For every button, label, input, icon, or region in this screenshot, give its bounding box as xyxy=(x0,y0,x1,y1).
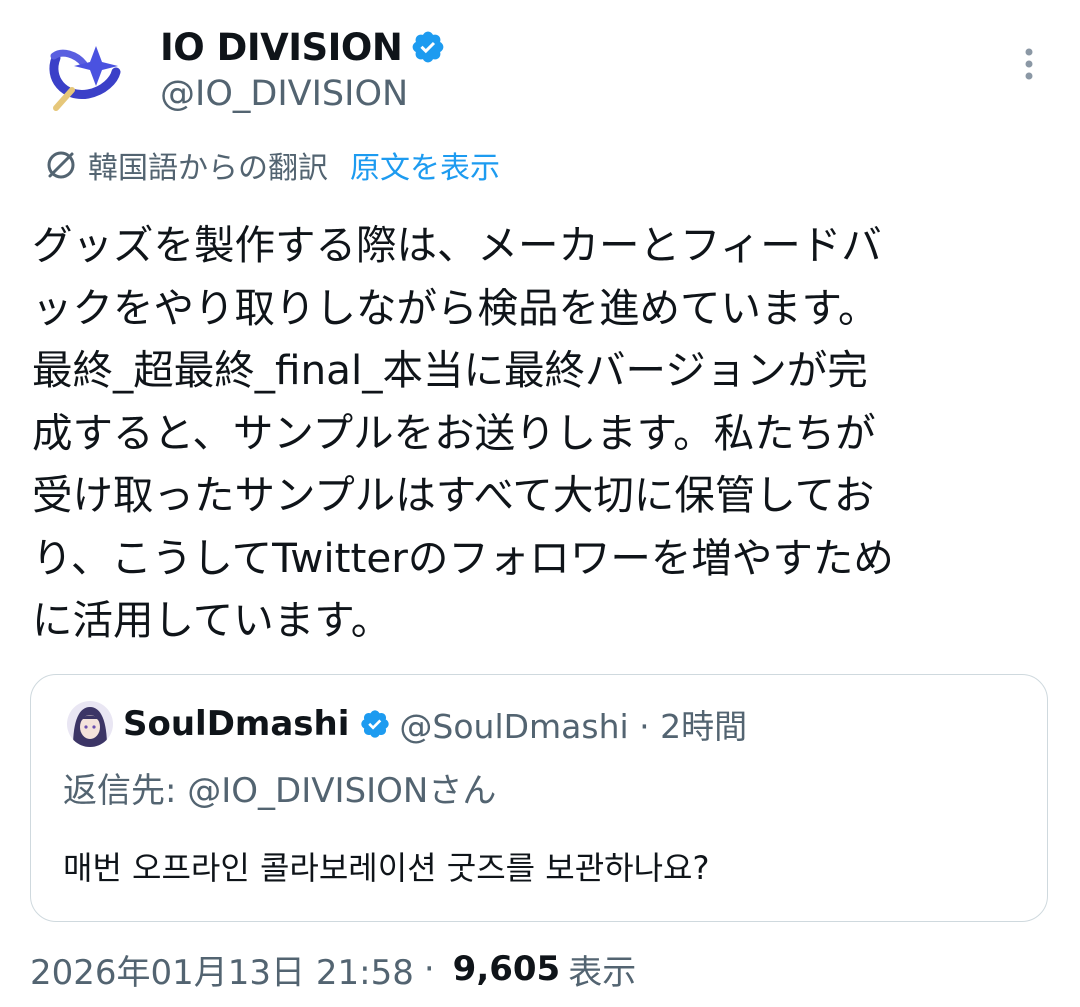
quoted-author-avatar[interactable] xyxy=(67,701,113,747)
translation-label: 韓国語からの翻訳 xyxy=(88,151,328,186)
author-name[interactable]: IO DIVISION xyxy=(160,26,403,69)
tweet-timestamp[interactable]: 2026年01月13日 21:58 xyxy=(30,945,414,994)
author-avatar[interactable] xyxy=(36,28,132,124)
quoted-author-name[interactable]: SoulDmashi xyxy=(123,704,349,744)
tweet-meta: 2026年01月13日 21:58 · 9,605 表示 xyxy=(30,944,636,994)
tweet-body-line: 最終_超最終_final_本当に最終バージョンが完 xyxy=(32,346,868,394)
views-count: 9,605 xyxy=(452,949,561,989)
translate-icon xyxy=(47,151,75,179)
tweet-body-line: 成すると、サンプルをお送りします。私たちが xyxy=(32,408,876,457)
author-handle[interactable]: @IO_DIVISION xyxy=(160,74,408,114)
anime-avatar-icon xyxy=(67,701,113,747)
views-label: 表示 xyxy=(568,952,637,993)
tweet-body-line: 受け取ったサンプルはすべて大切に保管してお xyxy=(32,471,875,519)
tweet-body-line: ックをやり取りしながら検品を進めています。 xyxy=(32,283,879,332)
tweet-body-line: グッズを製作する際は、メーカーとフィードバ xyxy=(32,221,882,269)
translation-notice: 韓国語からの翻訳 原文を表示 xyxy=(44,143,500,187)
quoted-tweet-card[interactable]: SoulDmashi @SoulDmashi · 2時間 返信先: @IO_DI… xyxy=(30,674,1048,922)
tweet-body-line: に活用しています。 xyxy=(32,596,392,644)
quoted-handle-time[interactable]: @SoulDmashi · 2時間 xyxy=(399,700,747,748)
quoted-tweet-text: 매번 오프라인 콜라보레이션 굿즈를 보관하나요? xyxy=(63,849,710,887)
more-options-icon[interactable] xyxy=(1014,44,1044,84)
quoted-reply-to: 返信先: @IO_DIVISIONさん xyxy=(63,771,497,811)
verified-badge-icon xyxy=(361,710,390,738)
meta-separator: · xyxy=(423,949,435,989)
tweet-body-line: り、こうしてTwitterのフォロワーを増やすため xyxy=(32,533,894,582)
sparkle-orbit-logo-icon xyxy=(40,32,128,120)
tweet-body: グッズを製作する際は、メーカーとフィードバ ックをやり取りしながら検品を進めてい… xyxy=(32,214,1052,652)
verified-badge-icon xyxy=(412,31,444,63)
show-original-link[interactable]: 原文を表示 xyxy=(350,143,500,187)
